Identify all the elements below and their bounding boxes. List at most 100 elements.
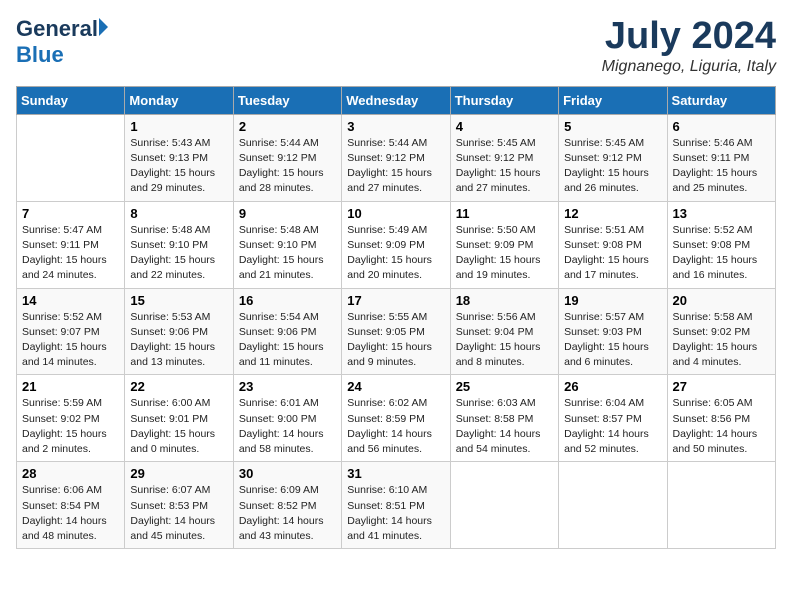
calendar-cell: 20Sunrise: 5:58 AM Sunset: 9:02 PM Dayli… [667,288,775,375]
day-number: 22 [130,379,227,394]
day-info: Sunrise: 5:49 AM Sunset: 9:09 PM Dayligh… [347,223,444,284]
day-number: 19 [564,293,661,308]
day-number: 10 [347,206,444,221]
logo-general-text: General [16,16,98,42]
day-number: 24 [347,379,444,394]
day-info: Sunrise: 5:43 AM Sunset: 9:13 PM Dayligh… [130,136,227,197]
day-number: 25 [456,379,553,394]
calendar-cell: 4 Sunrise: 5:45 AM Sunset: 9:12 PM Daylig… [450,114,558,201]
day-info: Sunrise: 6:01 AM Sunset: 9:00 PM Dayligh… [239,396,336,457]
day-number: 30 [239,466,336,481]
day-info: Sunrise: 6:02 AM Sunset: 8:59 PM Dayligh… [347,396,444,457]
day-info: Sunrise: 5:59 AM Sunset: 9:02 PM Dayligh… [22,396,119,457]
calendar-cell: 30 Sunrise: 6:09 AM Sunset: 8:52 PM Dayli… [233,462,341,549]
day-number: 12 [564,206,661,221]
day-number: 13 [673,206,770,221]
calendar-cell [450,462,558,549]
day-info: Sunrise: 5:44 AM Sunset: 9:12 PM Dayligh… [347,136,444,197]
calendar-cell: 22 Sunrise: 6:00 AM Sunset: 9:01 PM Dayli… [125,375,233,462]
day-info: Sunrise: 5:51 AM Sunset: 9:08 PM Dayligh… [564,223,661,284]
header-cell-friday: Friday [559,86,667,114]
day-number: 15 [130,293,227,308]
calendar-cell: 24 Sunrise: 6:02 AM Sunset: 8:59 PM Dayli… [342,375,450,462]
calendar-cell: 21Sunrise: 5:59 AM Sunset: 9:02 PM Dayli… [17,375,125,462]
calendar-cell: 17 Sunrise: 5:55 AM Sunset: 9:05 PM Dayli… [342,288,450,375]
day-info: Sunrise: 5:48 AM Sunset: 9:10 PM Dayligh… [130,223,227,284]
calendar-week-0: 1 Sunrise: 5:43 AM Sunset: 9:13 PM Daylig… [17,114,776,201]
header-cell-wednesday: Wednesday [342,86,450,114]
calendar-cell: 3 Sunrise: 5:44 AM Sunset: 9:12 PM Daylig… [342,114,450,201]
day-info: Sunrise: 6:00 AM Sunset: 9:01 PM Dayligh… [130,396,227,457]
calendar-cell: 5 Sunrise: 5:45 AM Sunset: 9:12 PM Daylig… [559,114,667,201]
calendar-cell: 11Sunrise: 5:50 AM Sunset: 9:09 PM Dayli… [450,201,558,288]
day-number: 28 [22,466,119,481]
day-number: 5 [564,119,661,134]
day-number: 17 [347,293,444,308]
calendar-cell [559,462,667,549]
day-number: 4 [456,119,553,134]
day-number: 23 [239,379,336,394]
calendar-cell: 13 Sunrise: 5:52 AM Sunset: 9:08 PM Dayli… [667,201,775,288]
day-number: 27 [673,379,770,394]
calendar-cell: 7 Sunrise: 5:47 AM Sunset: 9:11 PM Daylig… [17,201,125,288]
calendar-week-4: 28 Sunrise: 6:06 AM Sunset: 8:54 PM Dayli… [17,462,776,549]
day-info: Sunrise: 6:04 AM Sunset: 8:57 PM Dayligh… [564,396,661,457]
day-info: Sunrise: 5:46 AM Sunset: 9:11 PM Dayligh… [673,136,770,197]
page-header: General Blue July 2024 Mignanego, Liguri… [16,16,776,76]
month-title: July 2024 [602,16,776,58]
calendar-cell: 19 Sunrise: 5:57 AM Sunset: 9:03 PM Dayli… [559,288,667,375]
title-block: July 2024 Mignanego, Liguria, Italy [602,16,776,76]
day-number: 7 [22,206,119,221]
day-info: Sunrise: 5:57 AM Sunset: 9:03 PM Dayligh… [564,310,661,371]
calendar-cell: 14Sunrise: 5:52 AM Sunset: 9:07 PM Dayli… [17,288,125,375]
day-info: Sunrise: 6:03 AM Sunset: 8:58 PM Dayligh… [456,396,553,457]
calendar-cell: 1 Sunrise: 5:43 AM Sunset: 9:13 PM Daylig… [125,114,233,201]
day-number: 3 [347,119,444,134]
logo-triangle-icon [99,18,108,36]
calendar-cell: 23 Sunrise: 6:01 AM Sunset: 9:00 PM Dayli… [233,375,341,462]
calendar-cell: 27 Sunrise: 6:05 AM Sunset: 8:56 PM Dayli… [667,375,775,462]
calendar-cell: 26Sunrise: 6:04 AM Sunset: 8:57 PM Dayli… [559,375,667,462]
day-info: Sunrise: 6:06 AM Sunset: 8:54 PM Dayligh… [22,483,119,544]
day-info: Sunrise: 5:58 AM Sunset: 9:02 PM Dayligh… [673,310,770,371]
calendar-cell: 6Sunrise: 5:46 AM Sunset: 9:11 PM Daylig… [667,114,775,201]
calendar-cell: 18Sunrise: 5:56 AM Sunset: 9:04 PM Dayli… [450,288,558,375]
day-info: Sunrise: 5:45 AM Sunset: 9:12 PM Dayligh… [456,136,553,197]
day-info: Sunrise: 5:47 AM Sunset: 9:11 PM Dayligh… [22,223,119,284]
header-cell-monday: Monday [125,86,233,114]
day-number: 1 [130,119,227,134]
day-number: 31 [347,466,444,481]
day-info: Sunrise: 5:54 AM Sunset: 9:06 PM Dayligh… [239,310,336,371]
calendar-table: SundayMondayTuesdayWednesdayThursdayFrid… [16,86,776,549]
header-cell-saturday: Saturday [667,86,775,114]
calendar-cell: 12 Sunrise: 5:51 AM Sunset: 9:08 PM Dayli… [559,201,667,288]
day-info: Sunrise: 5:56 AM Sunset: 9:04 PM Dayligh… [456,310,553,371]
day-info: Sunrise: 5:52 AM Sunset: 9:08 PM Dayligh… [673,223,770,284]
day-info: Sunrise: 6:05 AM Sunset: 8:56 PM Dayligh… [673,396,770,457]
day-number: 8 [130,206,227,221]
logo: General Blue [16,16,108,68]
location-text: Mignanego, Liguria, Italy [602,58,776,76]
calendar-cell: 2Sunrise: 5:44 AM Sunset: 9:12 PM Daylig… [233,114,341,201]
calendar-cell: 29Sunrise: 6:07 AM Sunset: 8:53 PM Dayli… [125,462,233,549]
day-info: Sunrise: 5:50 AM Sunset: 9:09 PM Dayligh… [456,223,553,284]
day-info: Sunrise: 5:55 AM Sunset: 9:05 PM Dayligh… [347,310,444,371]
day-number: 29 [130,466,227,481]
day-info: Sunrise: 5:53 AM Sunset: 9:06 PM Dayligh… [130,310,227,371]
calendar-cell: 15 Sunrise: 5:53 AM Sunset: 9:06 PM Dayli… [125,288,233,375]
calendar-body: 1 Sunrise: 5:43 AM Sunset: 9:13 PM Daylig… [17,114,776,548]
calendar-cell: 9Sunrise: 5:48 AM Sunset: 9:10 PM Daylig… [233,201,341,288]
day-info: Sunrise: 5:52 AM Sunset: 9:07 PM Dayligh… [22,310,119,371]
day-number: 16 [239,293,336,308]
calendar-header: SundayMondayTuesdayWednesdayThursdayFrid… [17,86,776,114]
day-info: Sunrise: 6:09 AM Sunset: 8:52 PM Dayligh… [239,483,336,544]
day-info: Sunrise: 5:45 AM Sunset: 9:12 PM Dayligh… [564,136,661,197]
calendar-week-1: 7 Sunrise: 5:47 AM Sunset: 9:11 PM Daylig… [17,201,776,288]
calendar-cell: 25 Sunrise: 6:03 AM Sunset: 8:58 PM Dayli… [450,375,558,462]
day-number: 2 [239,119,336,134]
day-number: 9 [239,206,336,221]
calendar-cell [667,462,775,549]
calendar-cell: 10 Sunrise: 5:49 AM Sunset: 9:09 PM Dayli… [342,201,450,288]
calendar-cell [17,114,125,201]
calendar-cell: 28 Sunrise: 6:06 AM Sunset: 8:54 PM Dayli… [17,462,125,549]
